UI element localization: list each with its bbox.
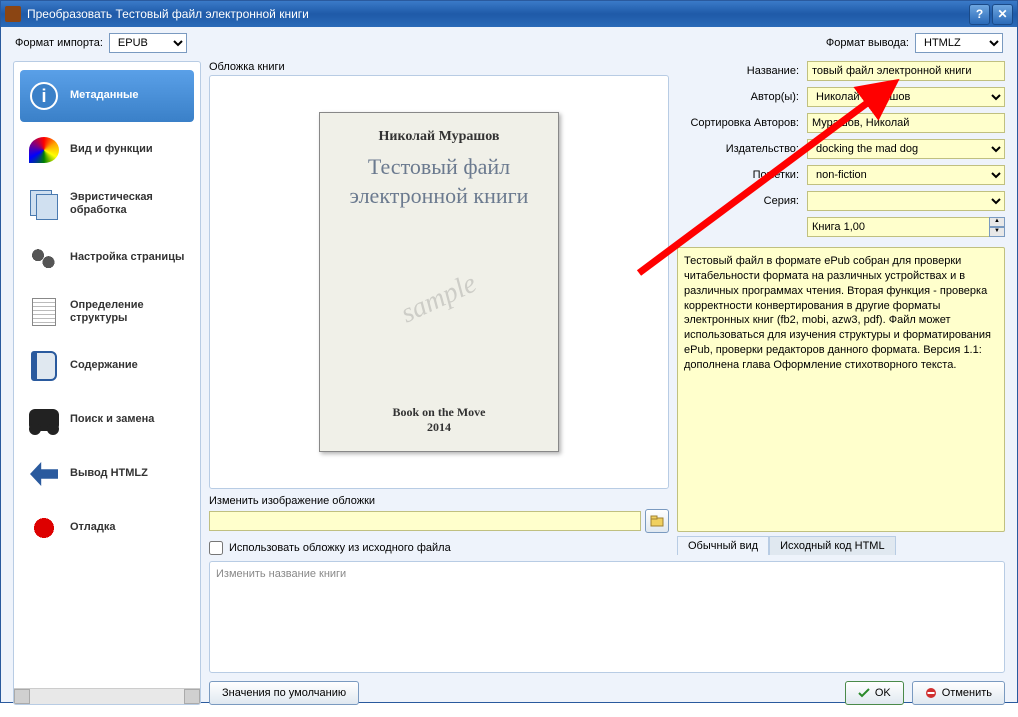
close-button[interactable]: ✕ bbox=[992, 4, 1013, 25]
title-input[interactable] bbox=[807, 61, 1005, 81]
scroll-left-icon[interactable] bbox=[14, 689, 30, 704]
authors-select[interactable]: Николай Мурашов bbox=[807, 87, 1005, 107]
tab-normal-view[interactable]: Обычный вид bbox=[677, 536, 769, 555]
format-row: Формат импорта: EPUB Формат вывода: HTML… bbox=[1, 27, 1017, 57]
ok-button[interactable]: OK bbox=[845, 681, 904, 705]
document-icon bbox=[32, 298, 56, 326]
book-cover-image: Николай Мурашов Тестовый файл электронно… bbox=[319, 112, 559, 452]
sidebar-item-metadata[interactable]: i Метаданные bbox=[20, 70, 194, 122]
publisher-select[interactable]: docking the mad dog bbox=[807, 139, 1005, 159]
cover-sample-watermark: sample bbox=[396, 268, 481, 331]
sidebar-hscroll[interactable] bbox=[14, 688, 200, 704]
tags-label: Пометки: bbox=[677, 169, 799, 181]
output-format-label: Формат вывода: bbox=[826, 37, 909, 49]
dialog-footer: Значения по умолчанию OK Отменить bbox=[209, 681, 1005, 705]
title-edit-placeholder: Изменить название книги bbox=[216, 568, 346, 580]
spinner-down-icon[interactable]: ▼ bbox=[989, 227, 1005, 237]
sidebar-item-toc[interactable]: Содержание bbox=[20, 340, 194, 392]
window-title: Преобразовать Тестовый файл электронной … bbox=[27, 7, 967, 21]
use-source-cover-label: Использовать обложку из исходного файла bbox=[229, 542, 451, 554]
title-edit-section: Изменить название книги bbox=[209, 561, 1005, 673]
cover-author: Николай Мурашов bbox=[379, 129, 500, 145]
sidebar-item-debug[interactable]: Отладка bbox=[20, 502, 194, 554]
output-format-select[interactable]: HTMLZ bbox=[915, 33, 1003, 53]
cover-path-input[interactable] bbox=[209, 511, 641, 531]
tab-html-source[interactable]: Исходный код HTML bbox=[769, 536, 896, 555]
dialog-window: Преобразовать Тестовый файл электронной … bbox=[0, 0, 1018, 703]
spinner-up-icon[interactable]: ▲ bbox=[989, 217, 1005, 227]
cover-section: Обложка книги Николай Мурашов Тестовый ф… bbox=[209, 61, 669, 555]
import-format-select[interactable]: EPUB bbox=[109, 33, 187, 53]
sidebar-item-structure[interactable]: Определение структуры bbox=[20, 286, 194, 338]
title-label: Название: bbox=[677, 65, 799, 77]
main-panel: Обложка книги Николай Мурашов Тестовый ф… bbox=[209, 61, 1005, 705]
app-icon bbox=[5, 6, 21, 22]
help-button[interactable]: ? bbox=[969, 4, 990, 25]
palette-icon bbox=[29, 137, 59, 163]
cover-footer: Book on the Move 2014 bbox=[393, 405, 486, 435]
series-select[interactable] bbox=[807, 191, 1005, 211]
sidebar: i Метаданные Вид и функции Эвристическая… bbox=[13, 61, 201, 705]
description-tabs: Обычный вид Исходный код HTML bbox=[677, 536, 1005, 555]
binoculars-icon bbox=[29, 409, 59, 431]
scroll-right-icon[interactable] bbox=[184, 689, 200, 704]
browse-cover-button[interactable] bbox=[645, 509, 669, 533]
authorsort-input[interactable] bbox=[807, 113, 1005, 133]
sidebar-item-search-replace[interactable]: Поиск и замена bbox=[20, 394, 194, 446]
sidebar-item-output-htmlz[interactable]: Вывод HTMLZ bbox=[20, 448, 194, 500]
use-source-cover-checkbox[interactable] bbox=[209, 541, 223, 555]
cancel-icon bbox=[925, 687, 937, 699]
arrow-left-icon bbox=[30, 462, 58, 486]
sidebar-item-look-feel[interactable]: Вид и функции bbox=[20, 124, 194, 176]
toc-icon bbox=[31, 351, 57, 381]
title-edit-textarea[interactable]: Изменить название книги bbox=[209, 561, 1005, 673]
bug-icon bbox=[31, 515, 57, 541]
cover-title: Тестовый файл электронной книги bbox=[332, 153, 546, 210]
check-icon bbox=[858, 687, 870, 699]
import-format-label: Формат импорта: bbox=[15, 37, 103, 49]
authors-label: Автор(ы): bbox=[677, 91, 799, 103]
series-label: Серия: bbox=[677, 195, 799, 207]
change-cover-label: Изменить изображение обложки bbox=[209, 495, 669, 507]
sidebar-item-heuristic[interactable]: Эвристическая обработка bbox=[20, 178, 194, 230]
cancel-button[interactable]: Отменить bbox=[912, 681, 1005, 705]
cover-preview-frame: Николай Мурашов Тестовый файл электронно… bbox=[209, 75, 669, 489]
content-area: i Метаданные Вид и функции Эвристическая… bbox=[1, 57, 1017, 717]
description-textarea[interactable]: Тестовый файл в формате ePub собран для … bbox=[677, 247, 1005, 532]
defaults-button[interactable]: Значения по умолчанию bbox=[209, 681, 359, 705]
book-number-spinner[interactable]: ▲ ▼ bbox=[807, 217, 1005, 237]
authorsort-label: Сортировка Авторов: bbox=[677, 117, 799, 129]
metadata-section: Название: Автор(ы): Николай Мурашов Сорт… bbox=[677, 61, 1005, 555]
cover-group-label: Обложка книги bbox=[209, 61, 669, 73]
titlebar: Преобразовать Тестовый файл электронной … bbox=[1, 1, 1017, 27]
gears-icon bbox=[29, 244, 59, 272]
folder-open-icon bbox=[649, 513, 665, 529]
book-number-input[interactable] bbox=[807, 217, 989, 237]
tags-select[interactable]: non-fiction bbox=[807, 165, 1005, 185]
publisher-label: Издательство: bbox=[677, 143, 799, 155]
sidebar-item-page-setup[interactable]: Настройка страницы bbox=[20, 232, 194, 284]
info-icon: i bbox=[30, 82, 58, 110]
pages-icon bbox=[30, 190, 58, 218]
